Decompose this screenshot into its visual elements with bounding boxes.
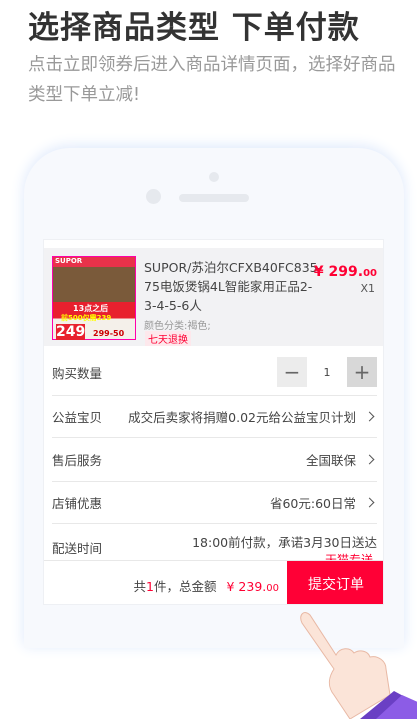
quantity-stepper: − 1 + <box>277 357 377 387</box>
row-label: 配送时间 <box>52 541 103 556</box>
count-prefix: 共 <box>133 579 147 594</box>
image-promo2: 前500仅需239 <box>61 314 112 322</box>
product-image: SUPOR 13点之后 前500仅需239 249 299-50 <box>52 256 136 340</box>
speaker-icon <box>179 194 249 202</box>
chevron-right-icon <box>364 454 375 465</box>
chevron-right-icon <box>364 497 375 508</box>
sensor-icon <box>209 172 219 182</box>
price-cents: 00 <box>363 268 377 279</box>
row-value: 18:00前付款，承诺3月30日送达 <box>192 535 377 550</box>
row-shop-discount[interactable]: 店铺优惠 省60元:60日常 <box>52 482 377 524</box>
total-amount: ¥ 239. <box>226 579 267 594</box>
product-variant: 颜色分类:褐色; <box>144 321 211 332</box>
price-main: ¥ 299. <box>313 264 364 280</box>
order-screen: SUPOR 13点之后 前500仅需239 249 299-50 SUPOR/苏… <box>43 239 384 605</box>
item-count: 1 <box>146 579 154 594</box>
quantity-value[interactable]: 1 <box>307 366 347 379</box>
product-quantity: X1 <box>360 282 375 295</box>
row-after-sales[interactable]: 售后服务 全国联保 <box>52 438 377 482</box>
image-coupon: 299-50 <box>93 329 125 338</box>
row-label: 购买数量 <box>52 365 103 381</box>
row-value: 省60元:60日常 <box>269 496 356 511</box>
order-total: 共1件，总金额 ¥ 239.00 <box>134 576 279 595</box>
row-charity[interactable]: 公益宝贝 成交后卖家将捐赠0.02元给公益宝贝计划 <box>52 396 377 438</box>
subtitle: 点击立即领券后进入商品详情页面，选择好商品类型下单立减! <box>28 55 396 105</box>
pointing-hand-icon <box>300 612 417 719</box>
increment-button[interactable]: + <box>347 357 377 387</box>
row-label: 店铺优惠 <box>52 496 103 511</box>
camera-icon <box>146 189 161 204</box>
row-label: 公益宝贝 <box>52 410 103 425</box>
row-label: 售后服务 <box>52 453 103 468</box>
product-title[interactable]: SUPOR/苏泊尔CFXB40FC835-75电饭煲锅4L智能家用正品2-3-4… <box>144 258 324 315</box>
row-quantity: 购买数量 − 1 + <box>52 349 377 396</box>
image-price: 249 <box>56 324 86 340</box>
total-cents: 00 <box>266 583 279 594</box>
image-brand: SUPOR <box>55 257 83 265</box>
row-value: 成交后卖家将捐赠0.02元给公益宝贝计划 <box>128 410 356 425</box>
tmall-delivery-label: 天猫专送 <box>324 553 373 560</box>
chevron-right-icon <box>364 411 375 422</box>
count-suffix: 件，总金额 <box>154 579 217 594</box>
product-price: ¥ 299.00 <box>314 264 377 280</box>
headline: 选择商品类型 下单付款 <box>28 10 360 46</box>
decrement-button[interactable]: − <box>277 357 307 387</box>
product-item[interactable]: SUPOR 13点之后 前500仅需239 249 299-50 SUPOR/苏… <box>44 248 383 346</box>
row-value: 全国联保 <box>305 453 356 468</box>
return-badge: 七天退换 <box>145 331 191 346</box>
